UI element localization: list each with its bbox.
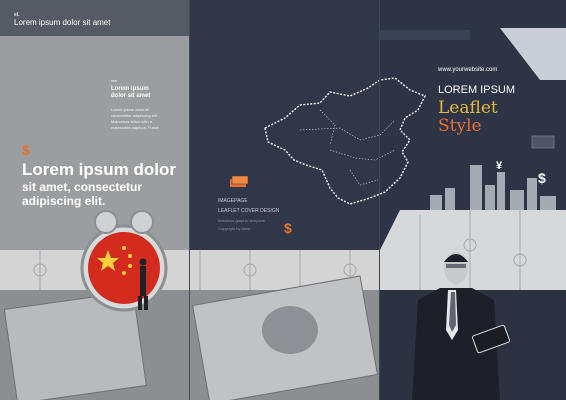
- block-title-line1: Lorem ipsum: [111, 86, 149, 92]
- brand-style: Style: [438, 116, 482, 136]
- dollar-icon: $: [538, 170, 546, 186]
- template-label: Business graphic template: [218, 218, 265, 223]
- dollar-icon: $: [22, 142, 30, 158]
- yen-icon: ¥: [496, 160, 503, 172]
- block-title: Lorem ipsum dolor sit amet: [111, 86, 181, 100]
- block-body: Lorem ipsum dolor sit consectetur adipis…: [111, 107, 171, 131]
- imagepage-label: IMAGEPAGE: [218, 198, 248, 204]
- decor-strip-top: [500, 28, 566, 80]
- block-body-line4: malesuada dapibus. Fusce: [111, 125, 159, 130]
- decor-strip-dark: [380, 30, 470, 40]
- banknote-portrait: [262, 306, 318, 354]
- businessman-small: [140, 266, 146, 296]
- money-stack-icon: [230, 176, 248, 187]
- leaflet-spread: el. Lorem ipsum dolor sit amet *** Lorem…: [0, 0, 566, 400]
- header-title: Lorem ipsum dolor sit amet: [14, 18, 111, 27]
- hero-headline-line1: Lorem ipsum dolor: [22, 160, 176, 179]
- china-map-provinces: [299, 109, 396, 186]
- china-flag-clock-face: [88, 232, 160, 304]
- copyright-label: Copyright by Artist: [218, 226, 251, 231]
- dollar-icon: $: [284, 220, 292, 236]
- fold-line-2: [379, 0, 380, 400]
- fold-line-1: [189, 0, 190, 400]
- website-url: www.yourwebsite.com: [438, 67, 498, 73]
- hero-headline-line3: adipiscing elit.: [22, 194, 106, 208]
- brand-lorem-ipsum: LOREM IPSUM: [438, 84, 516, 96]
- hero-headline-line2: sit amet, consectetur: [22, 180, 143, 194]
- block-title-line2: dolor sit amet: [111, 93, 151, 99]
- china-map-outline: [264, 77, 426, 205]
- money-icon-right: [531, 135, 555, 149]
- leaflet-cover-label: LEAFLET COVER DESIGN: [218, 208, 280, 214]
- brand-leaflet: Leaflet: [438, 98, 498, 118]
